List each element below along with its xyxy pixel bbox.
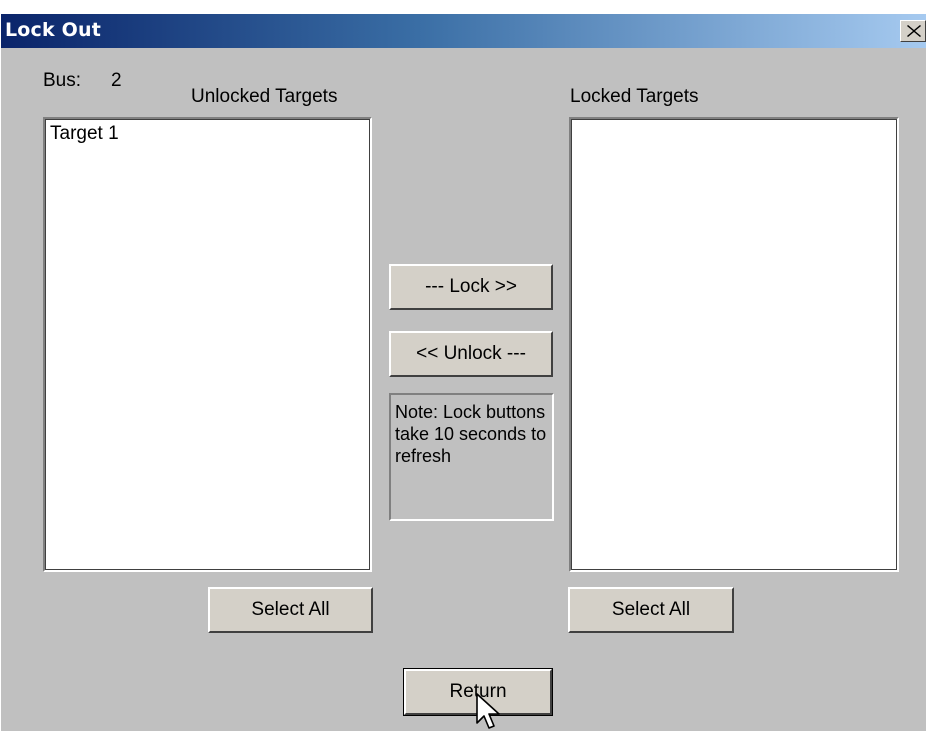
close-button[interactable] [900, 20, 926, 42]
locked-select-all-label: Select All [611, 599, 691, 620]
locked-targets-heading: Locked Targets [570, 86, 699, 107]
lock-button[interactable]: --- Lock >> [389, 264, 553, 310]
unlock-button[interactable]: << Unlock --- [389, 331, 553, 377]
locked-targets-list[interactable] [569, 117, 899, 572]
close-icon [907, 25, 921, 37]
mouse-pointer-icon [476, 693, 500, 729]
locked-select-all-button[interactable]: Select All [568, 587, 734, 633]
list-item[interactable]: Target 1 [50, 123, 119, 145]
unlocked-select-all-label: Select All [251, 599, 330, 620]
unlocked-select-all-button[interactable]: Select All [208, 587, 373, 633]
window-title: Lock Out [5, 19, 102, 41]
title-bar[interactable]: Lock Out [1, 14, 926, 48]
unlocked-targets-list[interactable]: Target 1 [43, 117, 372, 572]
bus-value: 2 [111, 70, 122, 91]
screen-top-strip [1, 0, 926, 14]
bus-label: Bus: [43, 70, 82, 91]
lock-refresh-note: Note: Lock buttons take 10 seconds to re… [389, 393, 554, 521]
unlocked-targets-heading: Unlocked Targets [191, 86, 338, 107]
lock-out-dialog: Lock Out Bus: 2 Unlocked Targets Locked … [0, 0, 926, 731]
unlock-button-label: << Unlock --- [416, 343, 526, 364]
lock-button-label: --- Lock >> [425, 276, 517, 297]
